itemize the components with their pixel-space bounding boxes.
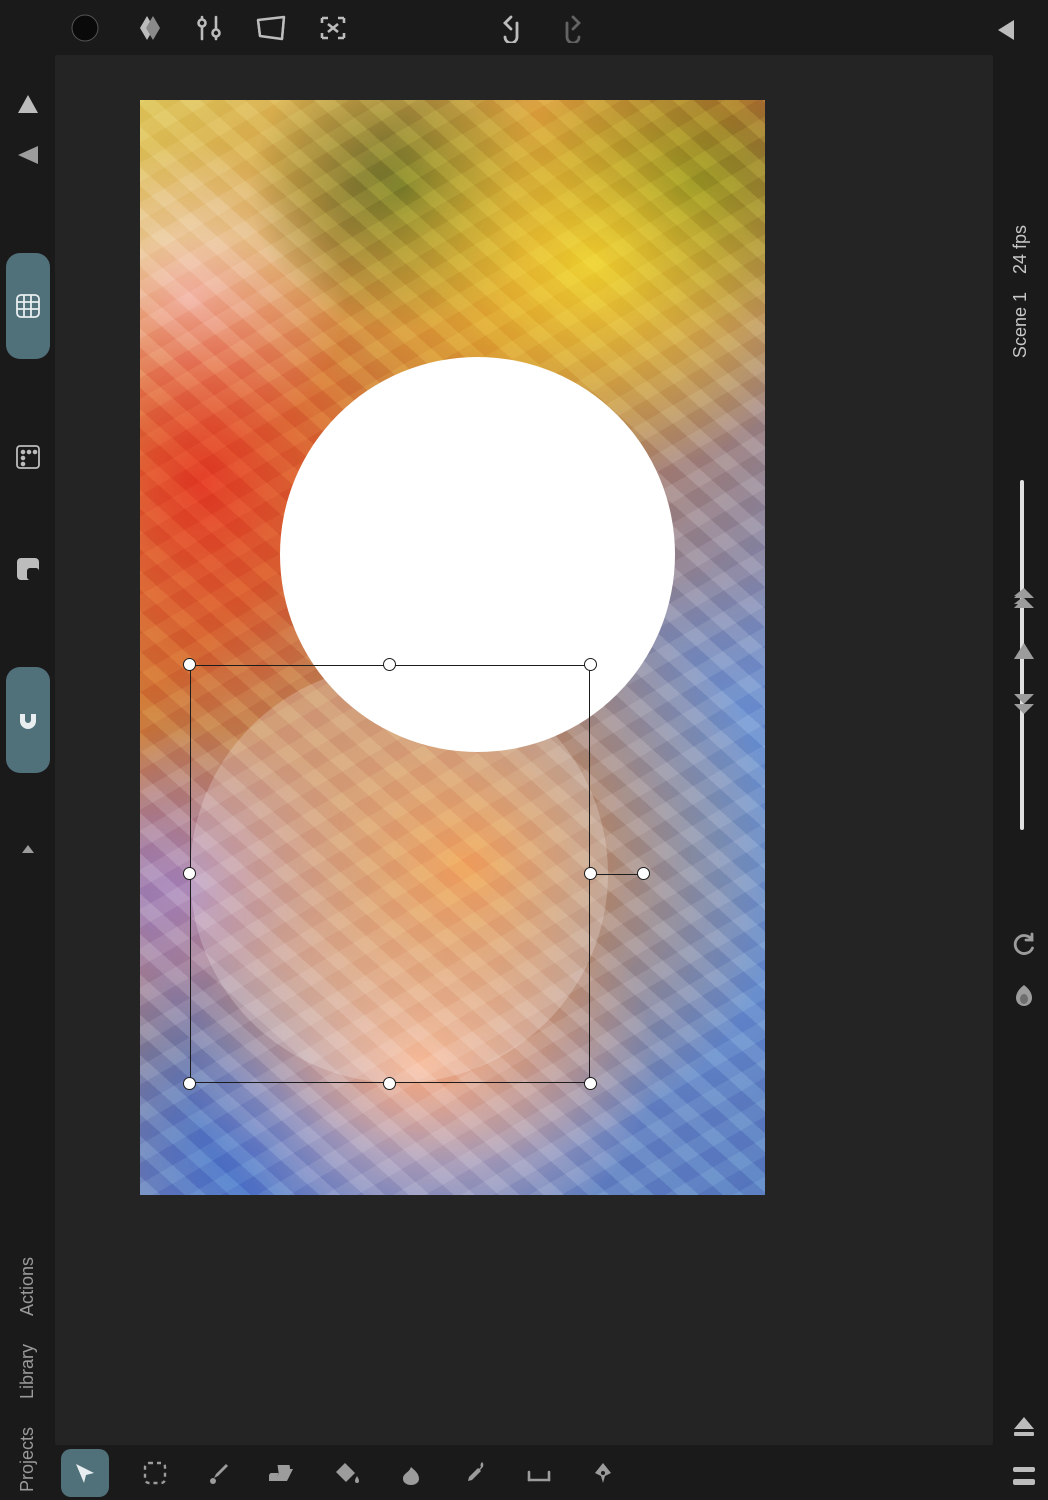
sliders-icon[interactable] [191,10,227,46]
eraser-icon[interactable] [265,1455,301,1491]
flip-vertical-icon[interactable] [14,91,42,119]
left-panel-tabs: Actions Library Projects [0,1250,55,1500]
bottom-toolbar [55,1445,993,1500]
smudge-icon[interactable] [393,1455,429,1491]
crop-select-icon[interactable] [315,10,351,46]
tab-projects[interactable]: Projects [17,1427,38,1492]
select-marquee-icon[interactable] [137,1455,173,1491]
timeline-toggle-icon[interactable] [1010,1462,1038,1490]
undo-icon[interactable] [493,10,529,46]
tab-actions[interactable]: Actions [17,1257,38,1316]
background-fill-icon[interactable] [14,555,42,583]
fps-label[interactable]: 24 fps [1010,225,1031,274]
ellipse-shape-2-selected[interactable] [190,665,608,1083]
redo-icon[interactable] [555,10,591,46]
right-bottom-group [1010,1412,1038,1490]
eject-icon[interactable] [1010,1412,1038,1440]
pen-tool-icon[interactable] [585,1455,621,1491]
onion-skin-icon[interactable] [1010,982,1038,1010]
canvas-stage[interactable] [55,55,993,1445]
skip-back-icon[interactable] [1010,585,1038,613]
frame-nav-group [1010,585,1038,717]
artboard[interactable] [140,100,765,1195]
eyedropper-icon[interactable] [457,1455,493,1491]
skip-forward-icon[interactable] [1010,689,1038,717]
prev-frame-icon[interactable] [1010,637,1038,665]
brush-icon[interactable] [201,1455,237,1491]
playback-extras [1010,930,1038,1010]
move-transform-tool-active[interactable] [61,1449,109,1497]
gradient-diamond-icon[interactable] [129,10,165,46]
paint-bucket-icon[interactable] [329,1455,365,1491]
ruler-icon[interactable] [521,1455,557,1491]
scene-label[interactable]: Scene 1 [1010,292,1031,358]
color-swatch-icon[interactable] [67,10,103,46]
grid-tool-active[interactable] [6,253,50,359]
tab-library[interactable]: Library [17,1344,38,1399]
left-toolbar [0,55,55,1445]
snap-magnet-active[interactable] [6,667,50,773]
pixel-grid-icon[interactable] [14,443,42,471]
top-toolbar [55,0,1048,55]
flip-horizontal-icon[interactable] [14,141,42,169]
loop-icon[interactable] [1010,930,1038,958]
collapse-right-icon[interactable] [987,12,1023,48]
expand-up-icon[interactable] [14,835,42,863]
perspective-icon[interactable] [253,10,289,46]
